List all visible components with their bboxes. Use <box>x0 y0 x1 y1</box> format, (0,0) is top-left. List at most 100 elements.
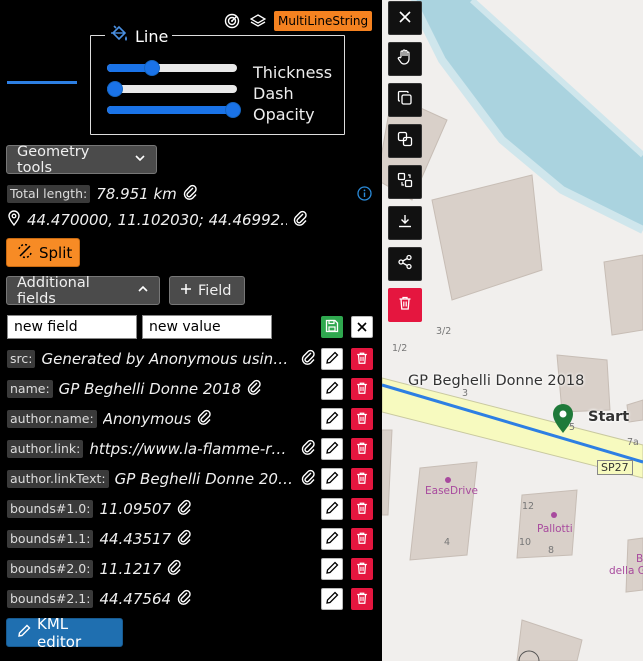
field-value: Anonymous <box>102 410 192 428</box>
building <box>603 254 643 336</box>
thickness-label: Thickness <box>253 63 333 82</box>
field-key: author.linkText: <box>7 470 109 488</box>
plus-icon <box>180 283 192 299</box>
poi-dot <box>551 512 557 518</box>
share-button[interactable] <box>388 247 422 281</box>
paperclip-icon[interactable] <box>301 349 315 369</box>
delete-field-button[interactable] <box>351 378 373 400</box>
edit-field-button[interactable] <box>321 348 343 370</box>
paperclip-icon[interactable] <box>167 559 182 579</box>
dash-slider-row <box>107 81 237 97</box>
total-length-tag: Total length: <box>7 185 91 203</box>
house-number: 12 <box>522 501 535 512</box>
road-label: SP27 <box>597 460 633 475</box>
delete-field-button[interactable] <box>351 498 373 520</box>
edit-field-button[interactable] <box>321 528 343 550</box>
delete-field-button[interactable] <box>351 528 373 550</box>
edit-field-button[interactable] <box>321 468 343 490</box>
radar-icon[interactable] <box>222 11 242 31</box>
thickness-slider[interactable] <box>107 60 237 76</box>
house-number: 4 <box>444 537 451 548</box>
paperclip-icon[interactable] <box>183 184 197 204</box>
edit-field-button[interactable] <box>321 558 343 580</box>
field-value: 44.43517 <box>99 530 172 548</box>
field-value: GP Beghelli Donne 2018 <box>114 470 295 488</box>
opacity-slider[interactable] <box>107 102 241 118</box>
close-button[interactable] <box>388 1 422 35</box>
field-key: bounds#2.1: <box>7 590 94 608</box>
field-key: bounds#1.0: <box>7 500 94 518</box>
dash-slider[interactable] <box>107 81 237 97</box>
delete-field-button[interactable] <box>351 468 373 490</box>
field-key: author.link: <box>7 440 84 458</box>
paperclip-icon[interactable] <box>293 210 307 230</box>
convert-icon <box>397 172 413 192</box>
new-field-value-input[interactable] <box>142 315 272 339</box>
paperclip-icon[interactable] <box>177 529 191 549</box>
edit-field-button[interactable] <box>321 588 343 610</box>
opacity-slider-row <box>107 102 241 118</box>
cancel-field-button[interactable] <box>351 316 373 338</box>
field-value: 11.1217 <box>99 560 162 578</box>
save-field-button[interactable] <box>321 316 343 338</box>
line-style-title: Line <box>135 26 169 46</box>
building <box>516 619 583 661</box>
add-field-button[interactable]: Field <box>169 276 245 305</box>
line-style-legend: Line <box>105 24 173 48</box>
hand-icon <box>396 48 414 70</box>
paperclip-icon[interactable] <box>177 499 191 519</box>
field-content: bounds#1.1: 44.43517 <box>7 529 191 549</box>
poi-label-pallotti: Pallotti <box>537 523 573 535</box>
total-length-row: Total length: 78.951 km <box>7 184 197 204</box>
pencil-icon <box>325 590 339 609</box>
edit-field-button[interactable] <box>321 408 343 430</box>
delete-field-button[interactable] <box>351 438 373 460</box>
delete-field-button[interactable] <box>351 348 373 370</box>
opacity-label: Opacity <box>253 105 315 124</box>
house-number: 10 <box>519 537 532 548</box>
pencil-icon <box>17 624 31 642</box>
location-pin-icon <box>7 210 21 230</box>
field-content: author.name: Anonymous <box>7 409 211 429</box>
field-value: 44.47564 <box>99 590 172 608</box>
coordinates-value: 44.470000, 11.102030; 44.46992… <box>27 211 287 229</box>
edit-field-button[interactable] <box>321 438 343 460</box>
edit-field-button[interactable] <box>321 378 343 400</box>
layers-icon[interactable] <box>248 11 268 31</box>
field-value: 11.09507 <box>99 500 172 518</box>
convert-button[interactable] <box>388 165 422 199</box>
paperclip-icon[interactable] <box>247 379 261 399</box>
field-key: src: <box>7 350 36 368</box>
pencil-icon <box>325 440 339 459</box>
download-button[interactable] <box>388 206 422 240</box>
pan-button[interactable] <box>388 42 422 76</box>
field-key: name: <box>7 380 53 398</box>
delete-field-button[interactable] <box>351 558 373 580</box>
delete-field-button[interactable] <box>351 408 373 430</box>
paperclip-icon[interactable] <box>197 409 211 429</box>
duplicate-button[interactable] <box>388 124 422 158</box>
info-icon[interactable] <box>357 186 372 205</box>
copy-button[interactable] <box>388 83 422 117</box>
chevron-up-icon <box>137 283 149 299</box>
delete-field-button[interactable] <box>351 588 373 610</box>
copy-icon <box>397 90 413 110</box>
close-icon <box>356 318 368 337</box>
field-row: bounds#2.0: 11.1217 <box>7 557 377 580</box>
thickness-slider-row <box>107 60 237 76</box>
split-button[interactable]: Split <box>6 238 80 267</box>
start-label: Start <box>588 409 630 425</box>
delete-feature-button[interactable] <box>388 288 422 322</box>
field-content: bounds#2.0: 11.1217 <box>7 559 182 579</box>
edit-field-button[interactable] <box>321 498 343 520</box>
kml-editor-button[interactable]: KML editor <box>6 615 123 651</box>
add-field-label: Field <box>198 282 232 299</box>
paperclip-icon[interactable] <box>177 589 191 609</box>
share-icon <box>397 254 413 274</box>
duplicate-icon <box>397 131 413 151</box>
paperclip-icon[interactable] <box>301 469 315 489</box>
paperclip-icon[interactable] <box>301 439 315 459</box>
geometry-tools-button[interactable]: Geometry tools <box>6 144 157 176</box>
additional-fields-button[interactable]: Additional fields <box>6 275 160 307</box>
new-field-name-input[interactable] <box>7 315 137 339</box>
